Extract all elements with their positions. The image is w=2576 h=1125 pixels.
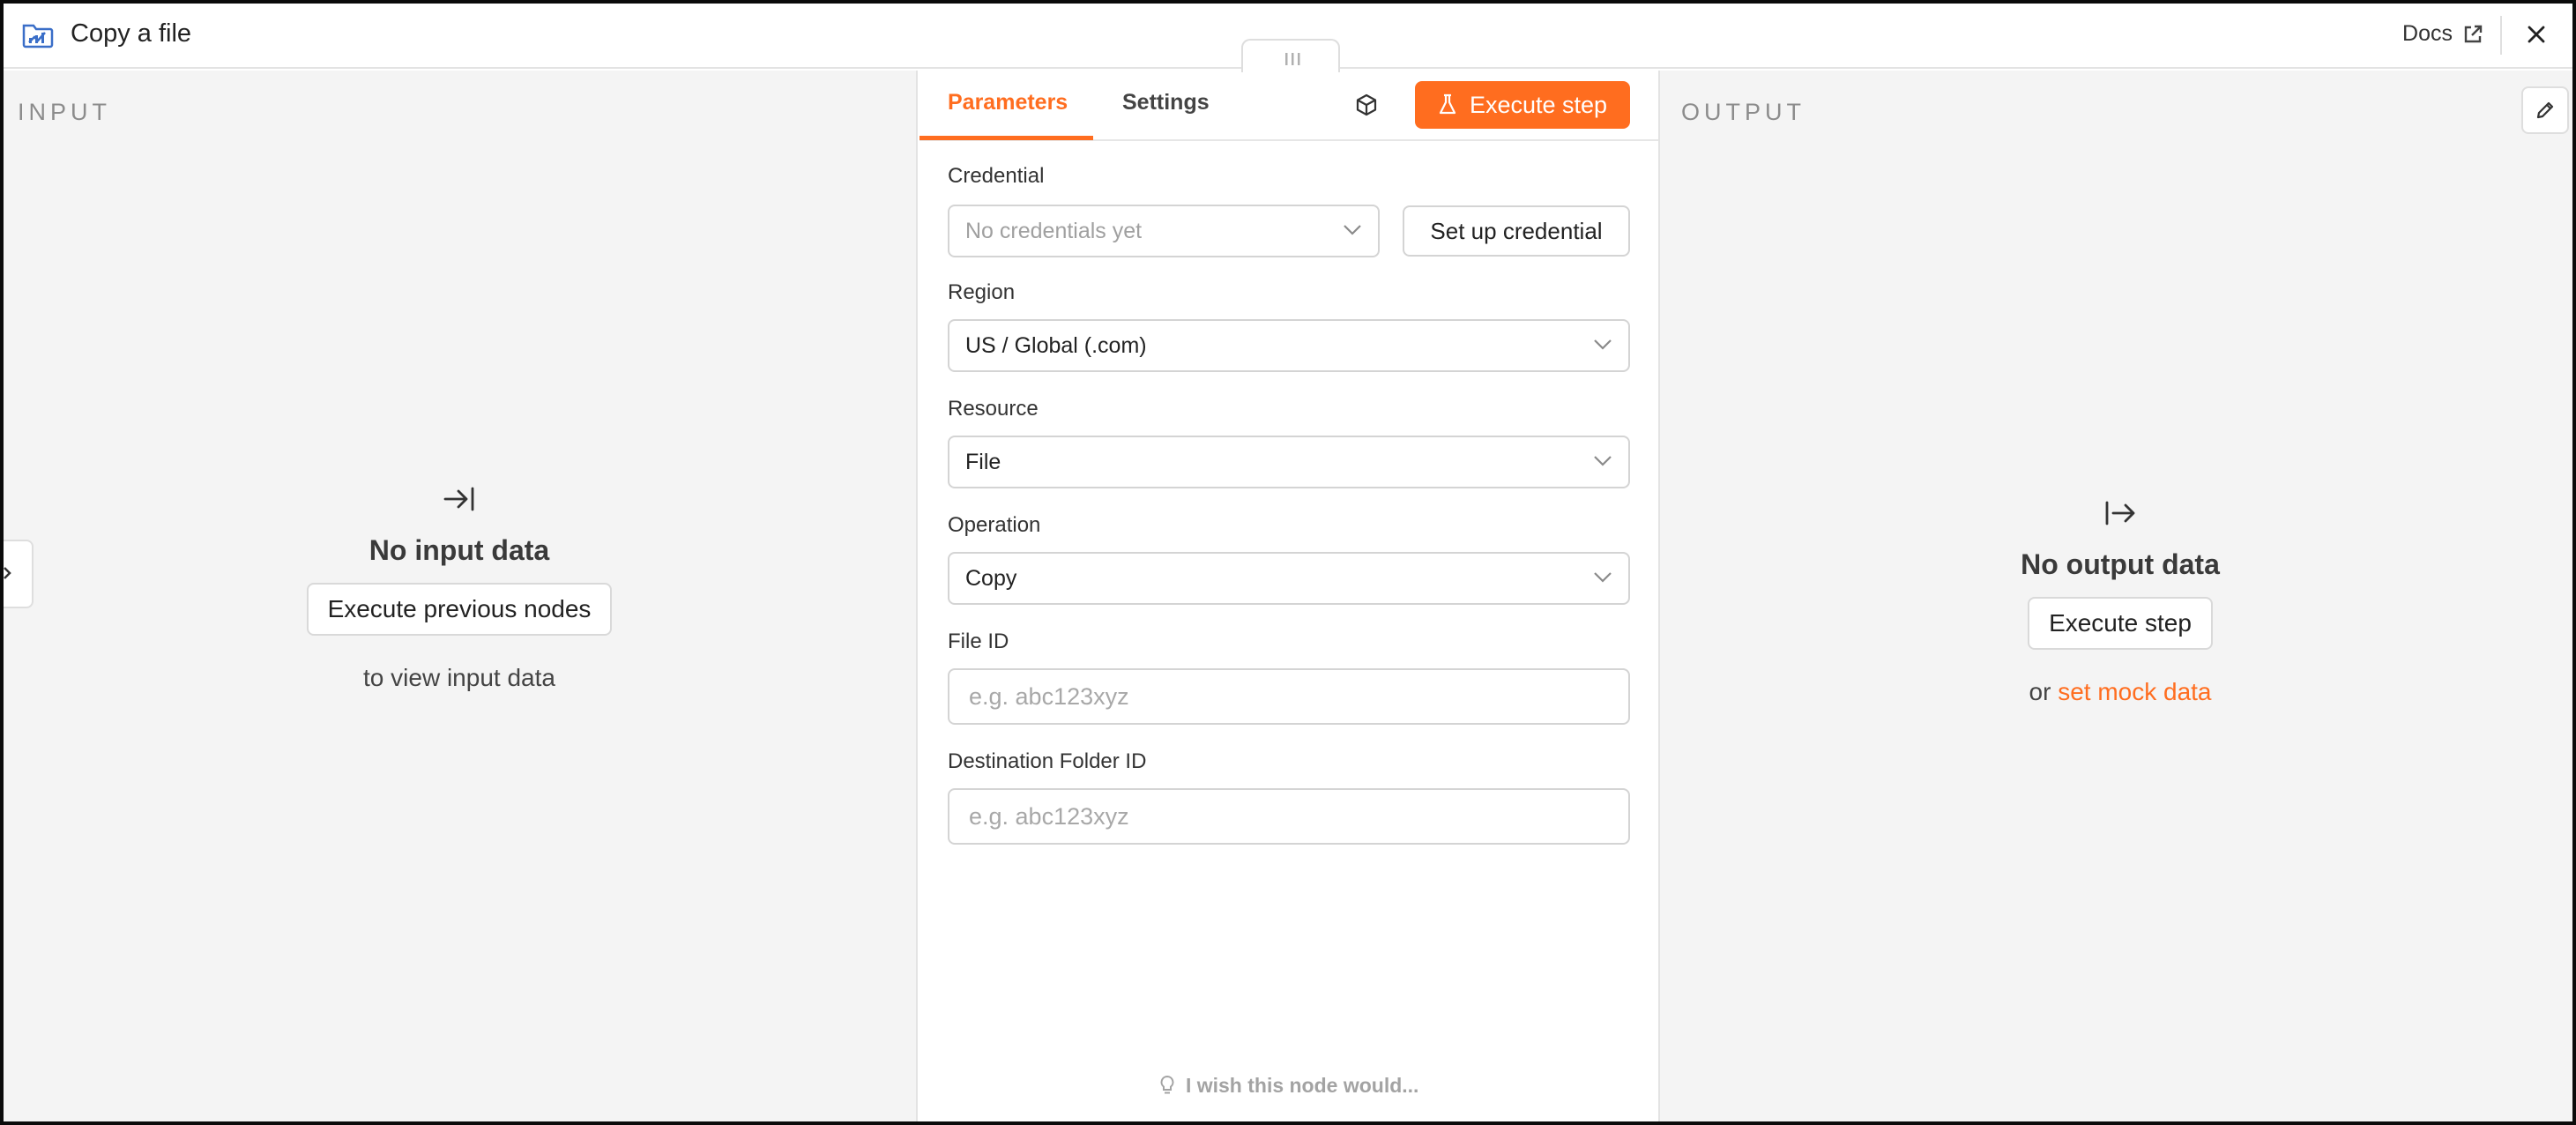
input-collapse-handle[interactable] xyxy=(4,540,34,608)
resource-value: File xyxy=(965,450,1001,474)
feedback-link[interactable]: I wish this node would... xyxy=(919,1074,1658,1098)
mock-data-hint: or set mock data xyxy=(1856,678,2385,706)
execute-step-label: Execute step xyxy=(1469,91,1608,118)
input-panel: INPUT No input data Execute previous nod… xyxy=(4,71,918,1121)
docs-link[interactable]: Docs xyxy=(2402,21,2484,47)
resource-label: Resource xyxy=(948,397,1039,421)
active-tab-indicator xyxy=(919,136,1093,140)
output-panel-label: OUTPUT xyxy=(1681,99,1805,125)
no-output-title: No output data xyxy=(2021,548,2220,580)
edit-output-button[interactable] xyxy=(2521,86,2569,134)
cube-icon[interactable] xyxy=(1353,92,1380,118)
output-panel: OUTPUT No output data Execute step or se… xyxy=(1658,71,2572,1121)
execute-step-button[interactable]: Execute step xyxy=(1415,81,1630,129)
chevron-down-icon xyxy=(1594,572,1612,583)
tab-parameters[interactable]: Parameters xyxy=(948,90,1068,115)
docs-label: Docs xyxy=(2402,21,2453,46)
file-id-label: File ID xyxy=(948,630,1009,653)
tab-bar: Parameters Settings Execute step xyxy=(919,71,1658,141)
credential-select[interactable]: No credentials yet xyxy=(948,205,1380,257)
panel-drag-handle[interactable] xyxy=(1241,39,1340,72)
or-text: or xyxy=(2029,678,2051,705)
operation-value: Copy xyxy=(965,566,1017,591)
region-label: Region xyxy=(948,280,1016,304)
node-details-modal: Copy a file Docs INPUT No input data Exe… xyxy=(0,0,2576,1125)
resource-select[interactable]: File xyxy=(948,436,1630,488)
execute-previous-nodes-button[interactable]: Execute previous nodes xyxy=(306,583,613,636)
input-empty-state: No input data Execute previous nodes to … xyxy=(195,481,724,692)
parameters-panel: Parameters Settings Execute step Credent… xyxy=(919,71,1658,1121)
input-hint: to view input data xyxy=(363,664,555,691)
chevron-down-icon xyxy=(1344,225,1361,235)
chevron-icon xyxy=(4,567,11,579)
grip-icon xyxy=(1285,53,1300,65)
arrow-from-bar-right-icon xyxy=(2105,501,2135,525)
credential-label: Credential xyxy=(948,164,1045,188)
set-mock-data-link[interactable]: set mock data xyxy=(2058,678,2211,705)
external-link-icon xyxy=(2464,25,2483,42)
flask-icon xyxy=(1439,93,1456,115)
file-id-input[interactable] xyxy=(948,668,1630,725)
lightbulb-icon xyxy=(1160,1075,1174,1094)
close-icon[interactable] xyxy=(2523,21,2550,48)
feedback-text: I wish this node would... xyxy=(1185,1074,1419,1097)
credential-placeholder: No credentials yet xyxy=(965,219,1143,243)
destination-folder-id-label: Destination Folder ID xyxy=(948,749,1147,773)
operation-select[interactable]: Copy xyxy=(948,552,1630,605)
chart-folder-icon xyxy=(22,24,54,48)
input-panel-label: INPUT xyxy=(18,99,111,125)
destination-folder-id-input[interactable] xyxy=(948,788,1630,845)
output-execute-step-button[interactable]: Execute step xyxy=(2028,597,2213,650)
pencil-icon xyxy=(2536,101,2554,119)
no-input-title: No input data xyxy=(369,534,550,566)
node-title[interactable]: Copy a file xyxy=(71,19,191,48)
region-select[interactable]: US / Global (.com) xyxy=(948,319,1630,372)
chevron-down-icon xyxy=(1594,339,1612,350)
operation-label: Operation xyxy=(948,513,1041,537)
region-value: US / Global (.com) xyxy=(965,333,1147,358)
output-empty-state: No output data Execute step or set mock … xyxy=(1856,495,2385,706)
tab-settings[interactable]: Settings xyxy=(1122,90,1210,115)
set-up-credential-button[interactable]: Set up credential xyxy=(1403,205,1630,257)
chevron-down-icon xyxy=(1594,456,1612,466)
arrow-to-right-icon xyxy=(443,487,474,511)
header-divider xyxy=(2500,16,2502,55)
